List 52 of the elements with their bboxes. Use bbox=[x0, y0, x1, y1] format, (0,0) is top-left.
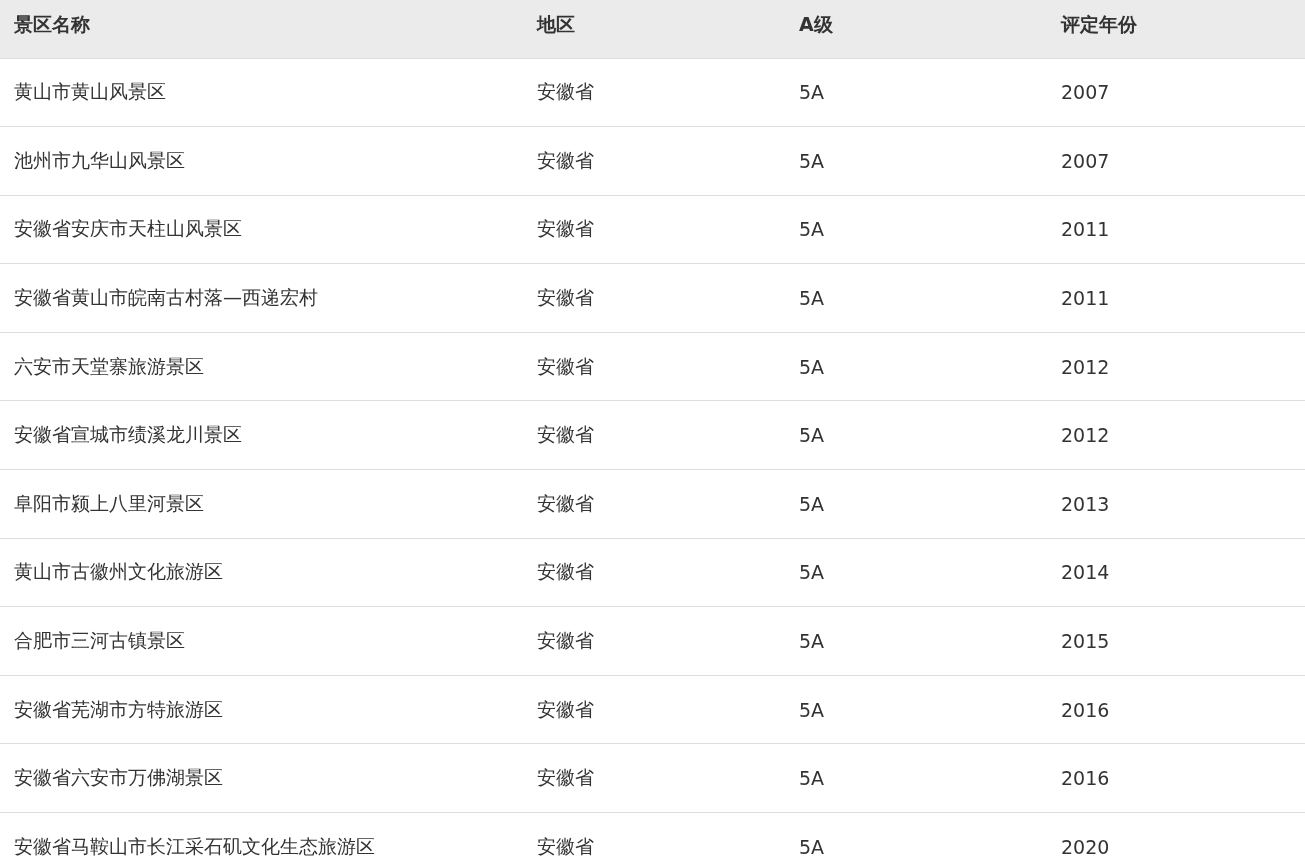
column-header: A级 bbox=[799, 13, 833, 35]
table-cell: 安徽省马鞍山市长江采石矶文化生态旅游区 bbox=[14, 834, 375, 857]
table-cell: 2012 bbox=[1061, 355, 1110, 378]
table-cell: 合肥市三河古镇景区 bbox=[14, 629, 185, 652]
table-cell: 安徽省 bbox=[537, 80, 594, 103]
table-cell: 5A bbox=[799, 698, 825, 721]
table-cell: 安徽省 bbox=[537, 354, 594, 377]
table-cell: 2016 bbox=[1061, 698, 1110, 721]
table-cell: 5A bbox=[799, 287, 825, 310]
table-cell: 5A bbox=[799, 218, 825, 241]
table-cell: 阜阳市颍上八里河景区 bbox=[14, 491, 204, 514]
table-cell: 安徽省 bbox=[537, 423, 594, 446]
table-cell: 5A bbox=[799, 835, 825, 858]
table-cell: 安徽省 bbox=[537, 217, 594, 240]
table-cell: 5A bbox=[799, 561, 825, 584]
table-cell: 5A bbox=[799, 149, 825, 172]
table-cell: 2007 bbox=[1061, 149, 1110, 172]
table-cell: 5A bbox=[799, 492, 825, 515]
table-cell: 5A bbox=[799, 355, 825, 378]
column-header: 评定年份 bbox=[1061, 13, 1137, 35]
table-cell: 池州市九华山风景区 bbox=[14, 148, 185, 171]
table-cell: 2011 bbox=[1061, 287, 1110, 310]
table-cell: 2014 bbox=[1061, 561, 1110, 584]
table-cell: 2013 bbox=[1061, 492, 1110, 515]
table-cell: 安徽省 bbox=[537, 697, 594, 720]
table-cell: 安徽省六安市万佛湖景区 bbox=[14, 766, 223, 789]
table-cell: 安徽省芜湖市方特旅游区 bbox=[14, 697, 223, 720]
table-cell: 2015 bbox=[1061, 630, 1110, 653]
table-cell: 安徽省 bbox=[537, 766, 594, 789]
table-cell: 2011 bbox=[1061, 218, 1110, 241]
column-header: 景区名称 bbox=[14, 13, 90, 35]
table-cell: 六安市天堂寨旅游景区 bbox=[14, 354, 204, 377]
table-cell: 5A bbox=[799, 767, 825, 790]
table-cell: 安徽省 bbox=[537, 491, 594, 514]
table-cell: 黄山市黄山风景区 bbox=[14, 80, 166, 103]
table-cell: 5A bbox=[799, 630, 825, 653]
table-cell: 2007 bbox=[1061, 81, 1110, 104]
table-cell: 安徽省宣城市绩溪龙川景区 bbox=[14, 423, 242, 446]
table-cell: 5A bbox=[799, 81, 825, 104]
table-cell: 黄山市古徽州文化旅游区 bbox=[14, 560, 223, 583]
table-cell: 2020 bbox=[1061, 835, 1110, 858]
table-cell: 安徽省 bbox=[537, 629, 594, 652]
table-cell: 安徽省 bbox=[537, 560, 594, 583]
table-cell: 2012 bbox=[1061, 424, 1110, 447]
table-cell: 安徽省黄山市皖南古村落—西递宏村 bbox=[14, 286, 318, 309]
table-cell: 5A bbox=[799, 424, 825, 447]
table-cell: 安徽省 bbox=[537, 834, 594, 857]
table-cell: 安徽省 bbox=[537, 286, 594, 309]
table-cell: 安徽省安庆市天柱山风景区 bbox=[14, 217, 242, 240]
table-cell: 安徽省 bbox=[537, 148, 594, 171]
table-cell: 2016 bbox=[1061, 767, 1110, 790]
column-header: 地区 bbox=[537, 13, 575, 35]
